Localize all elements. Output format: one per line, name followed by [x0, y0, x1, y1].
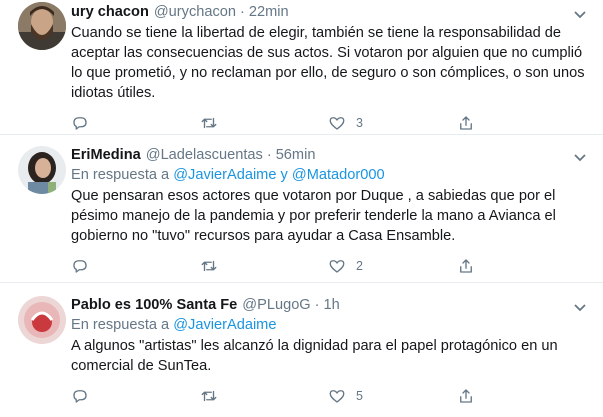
tweet-actions: 3	[71, 113, 585, 133]
share-button[interactable]	[457, 114, 586, 132]
retweet-button[interactable]	[200, 257, 329, 275]
chevron-down-icon[interactable]	[571, 6, 589, 24]
like-button[interactable]: 2	[328, 257, 457, 275]
reply-joiner: y	[280, 167, 288, 183]
author-handle[interactable]: @Ladelascuentas	[146, 147, 263, 163]
share-button[interactable]	[457, 257, 586, 275]
heart-icon	[329, 260, 345, 273]
heart-icon	[329, 390, 345, 403]
reply-icon	[73, 390, 87, 403]
tweet-text: Cuando se tiene la libertad de elegir, t…	[71, 25, 585, 101]
mention-link[interactable]: @JavierAdaime	[173, 167, 276, 183]
like-count: 5	[356, 389, 363, 403]
timestamp[interactable]: 22min	[249, 4, 289, 20]
share-icon	[459, 116, 472, 130]
separator-dot: ·	[266, 147, 272, 163]
reply-button[interactable]	[71, 387, 200, 405]
like-button[interactable]: 5	[328, 387, 457, 405]
reply-button[interactable]	[71, 114, 200, 132]
reply-context: En respuesta a @JavierAdaime	[71, 315, 585, 335]
retweet-icon	[201, 117, 216, 129]
separator-dot: ·	[314, 297, 320, 313]
tweet-2[interactable]: EriMedina @Ladelascuentas · 56min En res…	[0, 135, 603, 283]
reply-button[interactable]	[71, 257, 200, 275]
tweet-3[interactable]: Pablo es 100% Santa Fe @PLugoG · 1h En r…	[0, 283, 603, 417]
tweet-text: Que pensaran esos actores que votaron po…	[71, 188, 556, 244]
avatar[interactable]	[18, 146, 66, 194]
author-name[interactable]: ury chacon	[71, 4, 149, 20]
like-count: 2	[356, 259, 363, 273]
reply-context: En respuesta a @JavierAdaime y @Matador0…	[71, 165, 585, 185]
tweet-actions: 5	[71, 386, 585, 406]
share-icon	[459, 389, 472, 403]
retweet-icon	[201, 390, 216, 402]
reply-prefix: En respuesta a	[71, 317, 170, 333]
like-count: 3	[356, 116, 363, 130]
mention-link[interactable]: @JavierAdaime	[173, 317, 276, 333]
retweet-button[interactable]	[200, 114, 329, 132]
reply-icon	[73, 260, 87, 273]
tweet-text: A algunos "artistas" les alcanzó la dign…	[71, 338, 558, 374]
author-handle[interactable]: @urychacon	[154, 4, 236, 20]
share-icon	[459, 259, 472, 273]
reply-icon	[73, 117, 87, 130]
separator-dot: ·	[240, 4, 245, 20]
like-button[interactable]: 3	[328, 114, 457, 132]
author-name[interactable]: Pablo es 100% Santa Fe	[71, 297, 237, 313]
mention-link[interactable]: @Matador000	[292, 167, 385, 183]
heart-icon	[329, 117, 345, 130]
reply-prefix: En respuesta a	[71, 167, 170, 183]
chevron-down-icon[interactable]	[571, 149, 589, 167]
timestamp[interactable]: 56min	[276, 147, 316, 163]
author-name[interactable]: EriMedina	[71, 147, 141, 163]
tweet-1[interactable]: ury chacon @urychacon · 22min Cuando se …	[0, 0, 603, 135]
avatar[interactable]	[18, 296, 66, 344]
share-button[interactable]	[457, 387, 586, 405]
retweet-button[interactable]	[200, 387, 329, 405]
author-handle[interactable]: @PLugoG	[242, 297, 310, 313]
retweet-icon	[201, 260, 216, 272]
chevron-down-icon[interactable]	[571, 299, 589, 317]
timestamp[interactable]: 1h	[324, 297, 340, 313]
avatar[interactable]	[18, 2, 66, 50]
tweet-actions: 2	[71, 256, 585, 276]
